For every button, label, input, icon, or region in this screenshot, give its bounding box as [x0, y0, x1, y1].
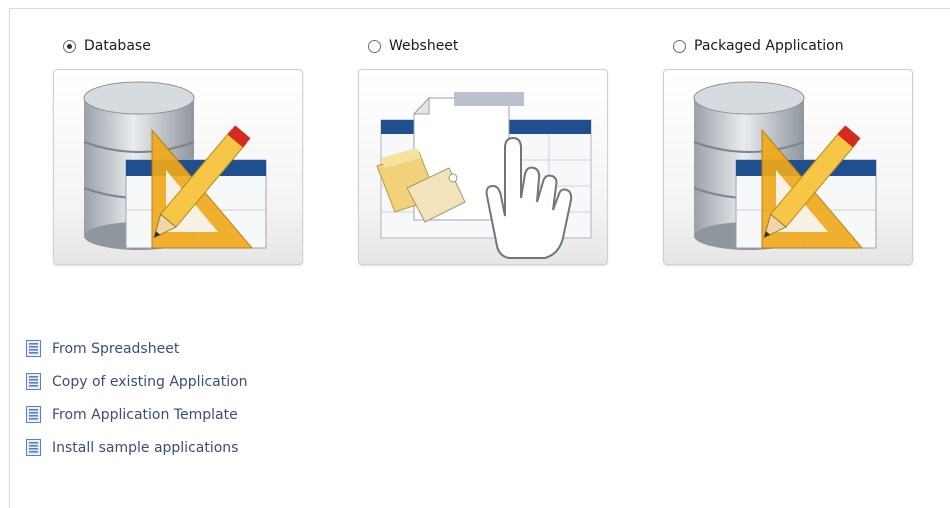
link-install-sample-applications[interactable]: Install sample applications — [26, 436, 248, 459]
option-database[interactable]: Database — [53, 36, 303, 265]
packaged-database-pencil-icon — [693, 81, 877, 250]
document-icon — [26, 406, 41, 423]
websheet-tile[interactable] — [358, 69, 608, 265]
document-icon — [26, 439, 41, 456]
option-websheet[interactable]: Websheet — [358, 36, 608, 265]
create-links: From Spreadsheet Copy of existing Applic… — [26, 337, 248, 469]
websheet-radio-row[interactable]: Websheet — [358, 36, 608, 56]
websheet-hand-icon — [376, 92, 592, 259]
link-from-spreadsheet[interactable]: From Spreadsheet — [26, 337, 248, 360]
websheet-label: Websheet — [389, 38, 459, 54]
database-label: Database — [84, 38, 151, 54]
packaged-application-tile[interactable] — [663, 69, 913, 265]
packaged-radio-row[interactable]: Packaged Application — [663, 36, 913, 56]
link-label[interactable]: Copy of existing Application — [52, 374, 248, 390]
database-radio[interactable] — [63, 39, 76, 53]
link-label[interactable]: Install sample applications — [52, 440, 238, 456]
document-icon — [26, 373, 41, 390]
database-pencil-icon — [83, 81, 267, 250]
packaged-radio[interactable] — [673, 39, 686, 53]
link-label[interactable]: From Application Template — [52, 407, 238, 423]
link-copy-existing-application[interactable]: Copy of existing Application — [26, 370, 248, 393]
database-tile[interactable] — [53, 69, 303, 265]
document-icon — [26, 340, 41, 357]
packaged-label: Packaged Application — [694, 38, 844, 54]
option-packaged-application[interactable]: Packaged Application — [663, 36, 913, 265]
link-label[interactable]: From Spreadsheet — [52, 341, 179, 357]
database-radio-row[interactable]: Database — [53, 36, 303, 56]
link-from-application-template[interactable]: From Application Template — [26, 403, 248, 426]
websheet-radio[interactable] — [368, 39, 381, 53]
